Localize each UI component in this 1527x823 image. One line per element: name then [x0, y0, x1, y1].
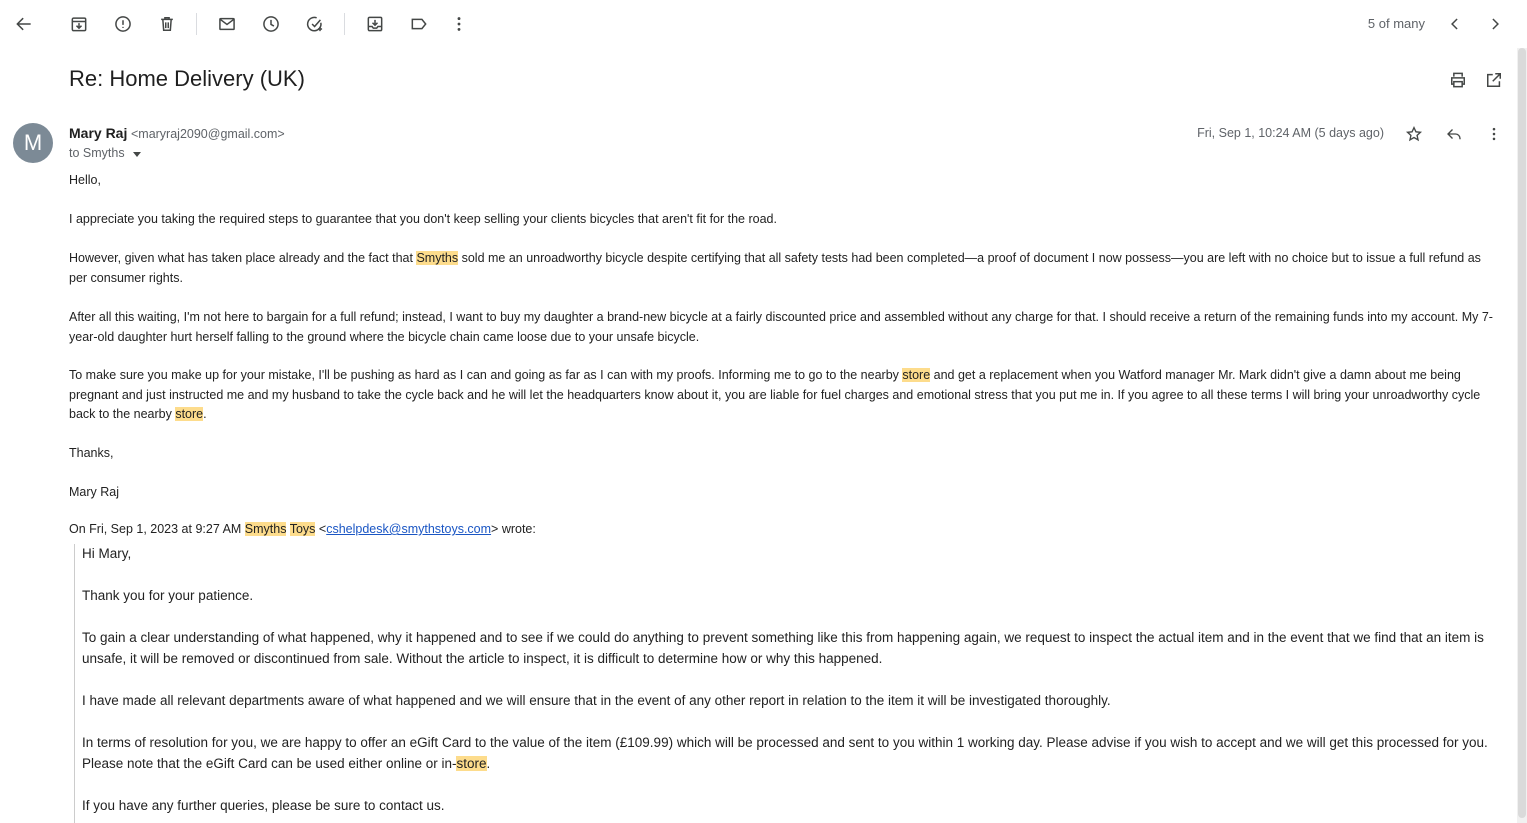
body-thanks: Thanks,	[69, 446, 114, 460]
body-signature: Mary Raj	[69, 485, 120, 499]
body-paragraph: However, given what has taken place alre…	[69, 251, 1481, 285]
open-in-new-window-icon[interactable]	[1484, 70, 1504, 95]
print-icon[interactable]	[1448, 70, 1468, 95]
search-highlight: Smyths	[416, 251, 459, 265]
recipients-label: to Smyths	[69, 146, 125, 160]
avatar[interactable]: M	[13, 123, 53, 163]
email-subject: Re: Home Delivery (UK)	[69, 66, 305, 91]
quote-paragraph: To gain a clear understanding of what ha…	[82, 630, 1484, 666]
report-spam-icon[interactable]	[109, 10, 137, 38]
body-paragraph: I appreciate you taking the required ste…	[69, 212, 777, 226]
sender-email: <maryraj2090@gmail.com>	[130, 127, 285, 141]
more-vert-icon[interactable]	[445, 10, 473, 38]
search-highlight: store	[456, 756, 487, 771]
toolbar-divider	[196, 13, 197, 35]
reply-icon[interactable]	[1442, 122, 1466, 146]
scrollbar-thumb[interactable]	[1518, 48, 1526, 818]
more-vert-icon[interactable]	[1482, 122, 1506, 146]
scrollbar[interactable]	[1517, 48, 1527, 823]
body-paragraph: To make sure you make up for your mistak…	[69, 368, 1481, 421]
chevron-left-icon[interactable]	[1441, 10, 1469, 38]
email-link[interactable]: cshelpdesk@smythstoys.com	[326, 522, 491, 536]
label-icon[interactable]	[405, 10, 433, 38]
toolbar-divider	[344, 13, 345, 35]
quote-paragraph: If you have any further queries, please …	[82, 798, 445, 813]
email-date: Fri, Sep 1, 10:24 AM (5 days ago)	[1197, 126, 1384, 140]
quote-attribution: On Fri, Sep 1, 2023 at 9:27 AM Smyths To…	[69, 522, 536, 536]
mark-unread-icon[interactable]	[213, 10, 241, 38]
quote-bar	[74, 544, 75, 823]
delete-icon[interactable]	[153, 10, 181, 38]
star-icon[interactable]	[1402, 122, 1426, 146]
search-highlight: Toys	[289, 522, 316, 536]
search-highlight: store	[175, 407, 204, 421]
snooze-icon[interactable]	[257, 10, 285, 38]
search-highlight: store	[902, 368, 931, 382]
caret-down-icon	[132, 151, 141, 157]
search-highlight: Smyths	[244, 522, 287, 536]
body-greeting: Hello,	[69, 173, 101, 187]
quote-greeting: Hi Mary,	[82, 546, 132, 561]
sender-line: Mary Raj <maryraj2090@gmail.com>	[69, 125, 285, 141]
toolbar: 5 of many	[0, 0, 1527, 48]
add-task-icon[interactable]	[301, 10, 329, 38]
back-arrow-icon[interactable]	[10, 10, 38, 38]
recipients-toggle[interactable]: to Smyths	[69, 146, 141, 160]
sender-name[interactable]: Mary Raj	[69, 125, 127, 141]
archive-icon[interactable]	[65, 10, 93, 38]
body-paragraph: After all this waiting, I'm not here to …	[69, 310, 1493, 344]
pager-count: 5 of many	[1367, 16, 1425, 31]
chevron-right-icon[interactable]	[1481, 10, 1509, 38]
quote-paragraph: I have made all relevant departments awa…	[82, 693, 1111, 708]
move-to-icon[interactable]	[361, 10, 389, 38]
quote-paragraph: In terms of resolution for you, we are h…	[82, 735, 1488, 771]
quote-paragraph: Thank you for your patience.	[82, 588, 254, 603]
